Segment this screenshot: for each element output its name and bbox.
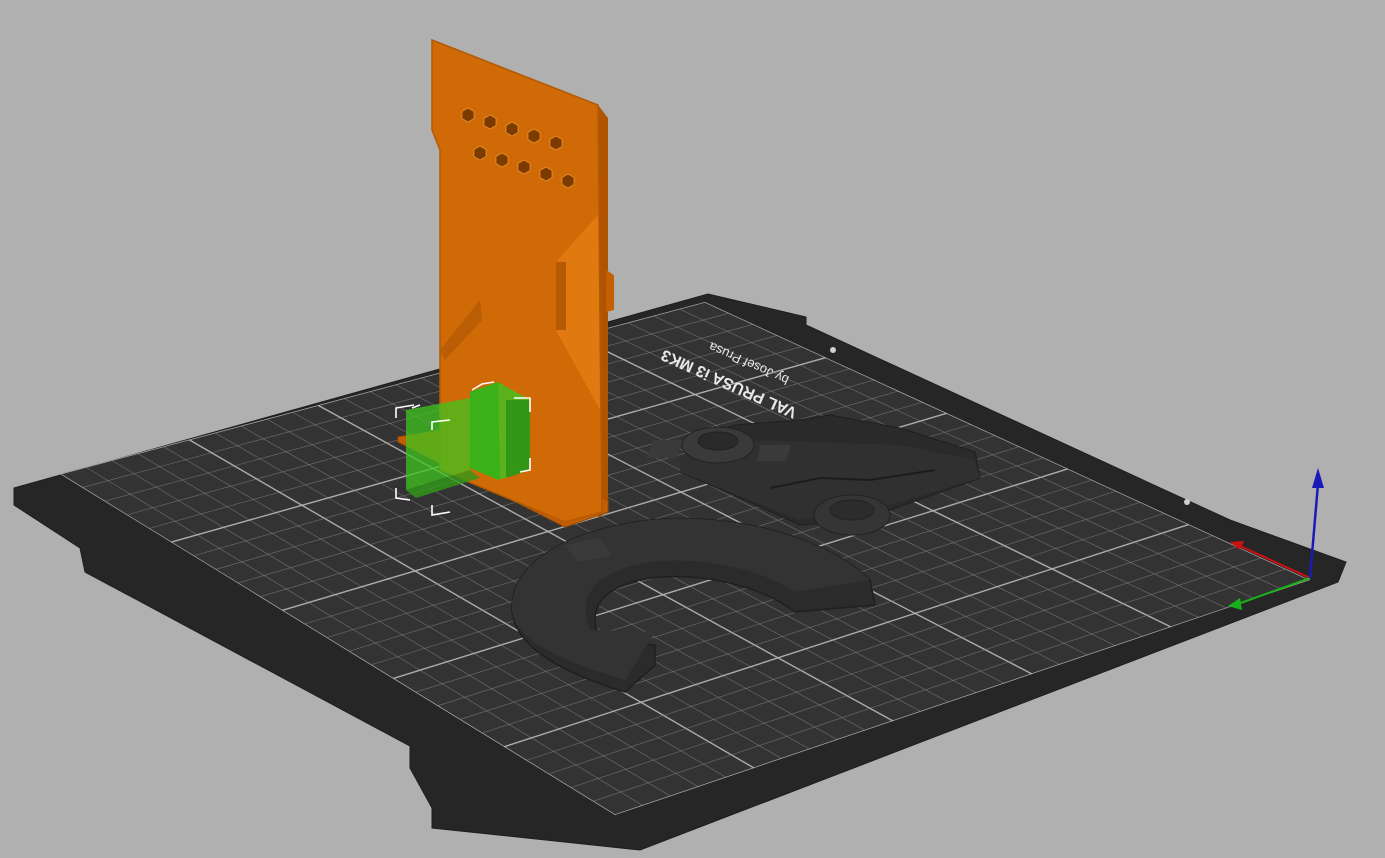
3d-viewport[interactable]: VAL PRUSA i3 MK3 by Josef Prusa [0,0,1385,858]
bed-marker-dot [1184,499,1190,505]
hex-hole [461,107,475,123]
z-axis-arrow-icon [1312,468,1324,488]
hex-hole [495,152,509,168]
bed-marker-dot [830,347,836,353]
hex-hole [549,135,563,151]
hex-hole [483,114,497,130]
hex-hole [527,128,541,144]
hex-hole [539,166,553,182]
hex-hole [473,145,487,161]
hex-hole [505,121,519,137]
hex-hole [517,159,531,175]
hex-hole [561,173,575,189]
